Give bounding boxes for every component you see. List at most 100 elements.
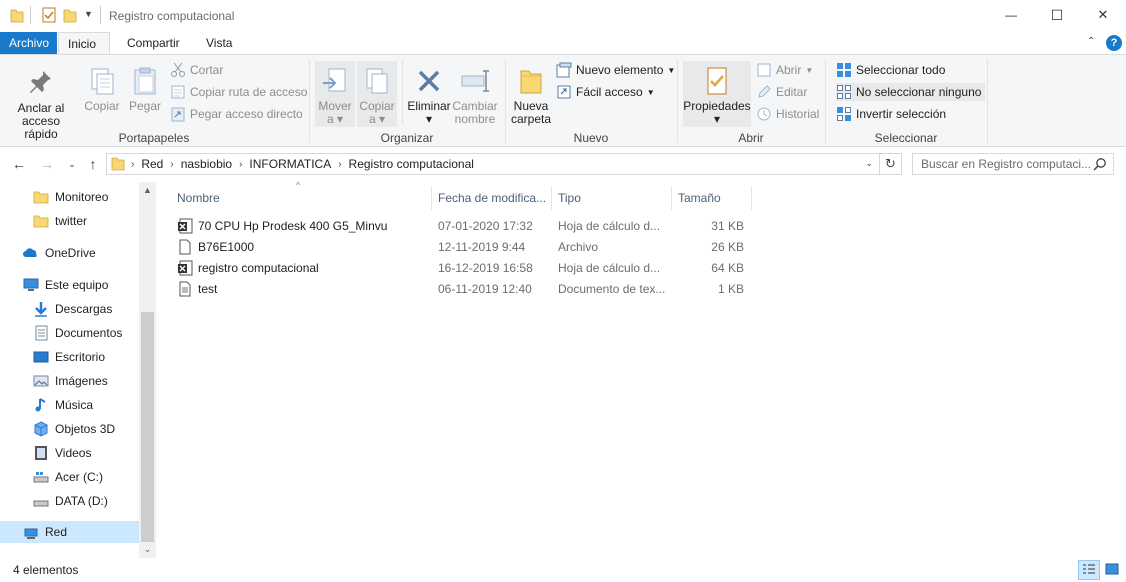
nav-scrollbar-thumb[interactable]: [141, 312, 154, 542]
status-bar: 4 elementos: [0, 558, 1126, 582]
collapse-ribbon-icon[interactable]: ⌃: [1087, 36, 1095, 47]
move-to-button[interactable]: Mover a ▾: [315, 61, 355, 127]
large-icons-view-button[interactable]: [1101, 560, 1123, 580]
refresh-button[interactable]: ↻: [880, 153, 902, 175]
nav-item-onedrive[interactable]: OneDrive: [0, 242, 139, 264]
move-icon: [319, 65, 351, 97]
column-header-name[interactable]: Nombre: [171, 186, 432, 210]
recent-locations-chevron-icon[interactable]: ⌄: [64, 156, 80, 172]
breadcrumb-item[interactable]: Red: [136, 157, 168, 171]
drive-icon: [33, 493, 49, 509]
column-header-size[interactable]: Tamaño: [672, 186, 752, 210]
paste-button[interactable]: Pegar: [126, 61, 164, 113]
new-folder-button[interactable]: Nueva carpeta: [509, 61, 553, 126]
file-row[interactable]: 70 CPU Hp Prodesk 400 G5_Minvu 07-01-202…: [173, 216, 747, 237]
nav-item-objetos-3d[interactable]: Objetos 3D: [0, 418, 139, 440]
cut-button[interactable]: Cortar: [170, 61, 223, 79]
excel-file-icon: [177, 260, 193, 279]
pin-quick-access-button[interactable]: Anclar al acceso rápido: [4, 67, 78, 141]
history-button[interactable]: Historial: [756, 105, 819, 123]
breadcrumb-chevron-icon[interactable]: ›: [237, 159, 244, 170]
desktop-icon: [33, 349, 49, 365]
breadcrumb-item[interactable]: nasbiobio: [176, 157, 237, 171]
large-icons-view-icon: [1105, 563, 1119, 578]
breadcrumb-item[interactable]: Registro computacional: [344, 157, 479, 171]
help-icon[interactable]: ?: [1106, 35, 1122, 51]
easy-access-button[interactable]: Fácil acceso ▼: [556, 83, 655, 101]
copy-path-button[interactable]: Copiar ruta de acceso: [170, 83, 307, 101]
tab-file[interactable]: Archivo: [0, 32, 57, 54]
breadcrumb-chevron-icon[interactable]: ›: [336, 159, 343, 170]
tab-view[interactable]: Vista: [197, 32, 241, 54]
select-all-button[interactable]: Seleccionar todo: [836, 61, 945, 79]
scroll-down-icon[interactable]: ⌄: [139, 541, 156, 558]
file-row[interactable]: test 06-11-2019 12:40 Documento de tex..…: [173, 279, 747, 300]
breadcrumb-item[interactable]: INFORMATICA: [244, 157, 336, 171]
new-folder-icon[interactable]: [63, 7, 77, 26]
file-row[interactable]: registro computacional 16-12-2019 16:58 …: [173, 258, 747, 279]
tab-home[interactable]: Inicio: [58, 32, 110, 54]
group-label-open: Abrir: [738, 131, 764, 145]
copy-to-button[interactable]: Copiar a ▾: [357, 61, 397, 127]
address-bar[interactable]: › Red › nasbiobio › INFORMATICA › Regist…: [106, 153, 880, 175]
pictures-icon: [33, 373, 49, 389]
nav-item-videos[interactable]: Videos: [0, 442, 139, 464]
customize-toolbar-icon[interactable]: ▼: [84, 9, 93, 19]
ribbon: Anclar al acceso rápido Copiar Pegar Cort…: [0, 54, 1126, 147]
nav-item-imagenes[interactable]: Imágenes: [0, 370, 139, 392]
nav-item-acer-c[interactable]: Acer (C:): [0, 466, 139, 488]
column-header-date[interactable]: Fecha de modifica...: [432, 186, 552, 210]
tab-share[interactable]: Compartir: [118, 32, 189, 54]
nav-item-descargas[interactable]: Descargas: [0, 298, 139, 320]
forward-arrow-icon[interactable]: →: [39, 156, 55, 172]
new-item-icon: [556, 62, 572, 78]
paste-shortcut-button[interactable]: Pegar acceso directo: [170, 105, 303, 123]
search-input[interactable]: Buscar en Registro computaci...: [912, 153, 1114, 175]
edit-button[interactable]: Editar: [756, 83, 807, 101]
scroll-up-icon[interactable]: ▲: [139, 182, 156, 199]
nav-item-data-d[interactable]: DATA (D:): [0, 490, 139, 512]
properties-icon[interactable]: [41, 7, 57, 26]
rename-button[interactable]: Cambiar nombre: [452, 61, 498, 126]
new-item-button[interactable]: Nuevo elemento ▼: [556, 61, 675, 79]
nav-item-twitter[interactable]: twitter: [0, 210, 139, 232]
address-row: ← → ⌄ ↑ › Red › nasbiobio › INFORMATICA …: [0, 148, 1126, 180]
nav-item-este-equipo[interactable]: Este equipo: [0, 274, 139, 296]
divider: [100, 6, 101, 24]
column-header-type[interactable]: Tipo: [552, 186, 672, 210]
open-button[interactable]: Abrir ▼: [756, 61, 813, 79]
address-dropdown-chevron-icon[interactable]: ⌄: [865, 158, 873, 169]
invert-selection-icon: [836, 106, 852, 122]
nav-item-red[interactable]: Red: [0, 521, 139, 543]
copy-button[interactable]: Copiar: [82, 61, 122, 113]
delete-x-icon: [413, 65, 445, 97]
search-icon: [1093, 157, 1107, 174]
properties-button[interactable]: Propiedades ▾: [683, 61, 751, 127]
back-arrow-icon[interactable]: ←: [11, 156, 27, 172]
details-view-button[interactable]: [1078, 560, 1100, 580]
music-icon: [33, 397, 49, 413]
breadcrumb-chevron-icon[interactable]: ›: [168, 159, 175, 170]
nav-item-escritorio[interactable]: Escritorio: [0, 346, 139, 368]
maximize-button[interactable]: ☐: [1034, 0, 1080, 30]
videos-icon: [33, 445, 49, 461]
file-row[interactable]: B76E1000 12-11-2019 9:44 Archivo 26 KB: [173, 237, 747, 258]
up-arrow-icon[interactable]: ↑: [85, 156, 101, 172]
group-label-new: Nuevo: [573, 131, 609, 145]
onedrive-icon: [23, 245, 39, 261]
nav-item-musica[interactable]: Música: [0, 394, 139, 416]
breadcrumb-chevron-icon[interactable]: ›: [129, 159, 136, 170]
nav-item-monitoreo[interactable]: Monitoreo: [0, 186, 139, 208]
delete-button[interactable]: Eliminar ▾: [406, 61, 452, 126]
clipboard-icon: [129, 65, 161, 97]
group-label-organize: Organizar: [380, 131, 434, 145]
invert-selection-button[interactable]: Invertir selección: [836, 105, 946, 123]
file-icon: [177, 239, 193, 258]
minimize-button[interactable]: —: [988, 0, 1034, 30]
open-icon: [756, 62, 772, 78]
close-button[interactable]: ✕: [1080, 0, 1126, 30]
nav-item-documentos[interactable]: Documentos: [0, 322, 139, 344]
select-none-button[interactable]: No seleccionar ninguno: [836, 83, 986, 101]
edit-pencil-icon: [756, 84, 772, 100]
window-title: Registro computacional: [109, 9, 235, 23]
